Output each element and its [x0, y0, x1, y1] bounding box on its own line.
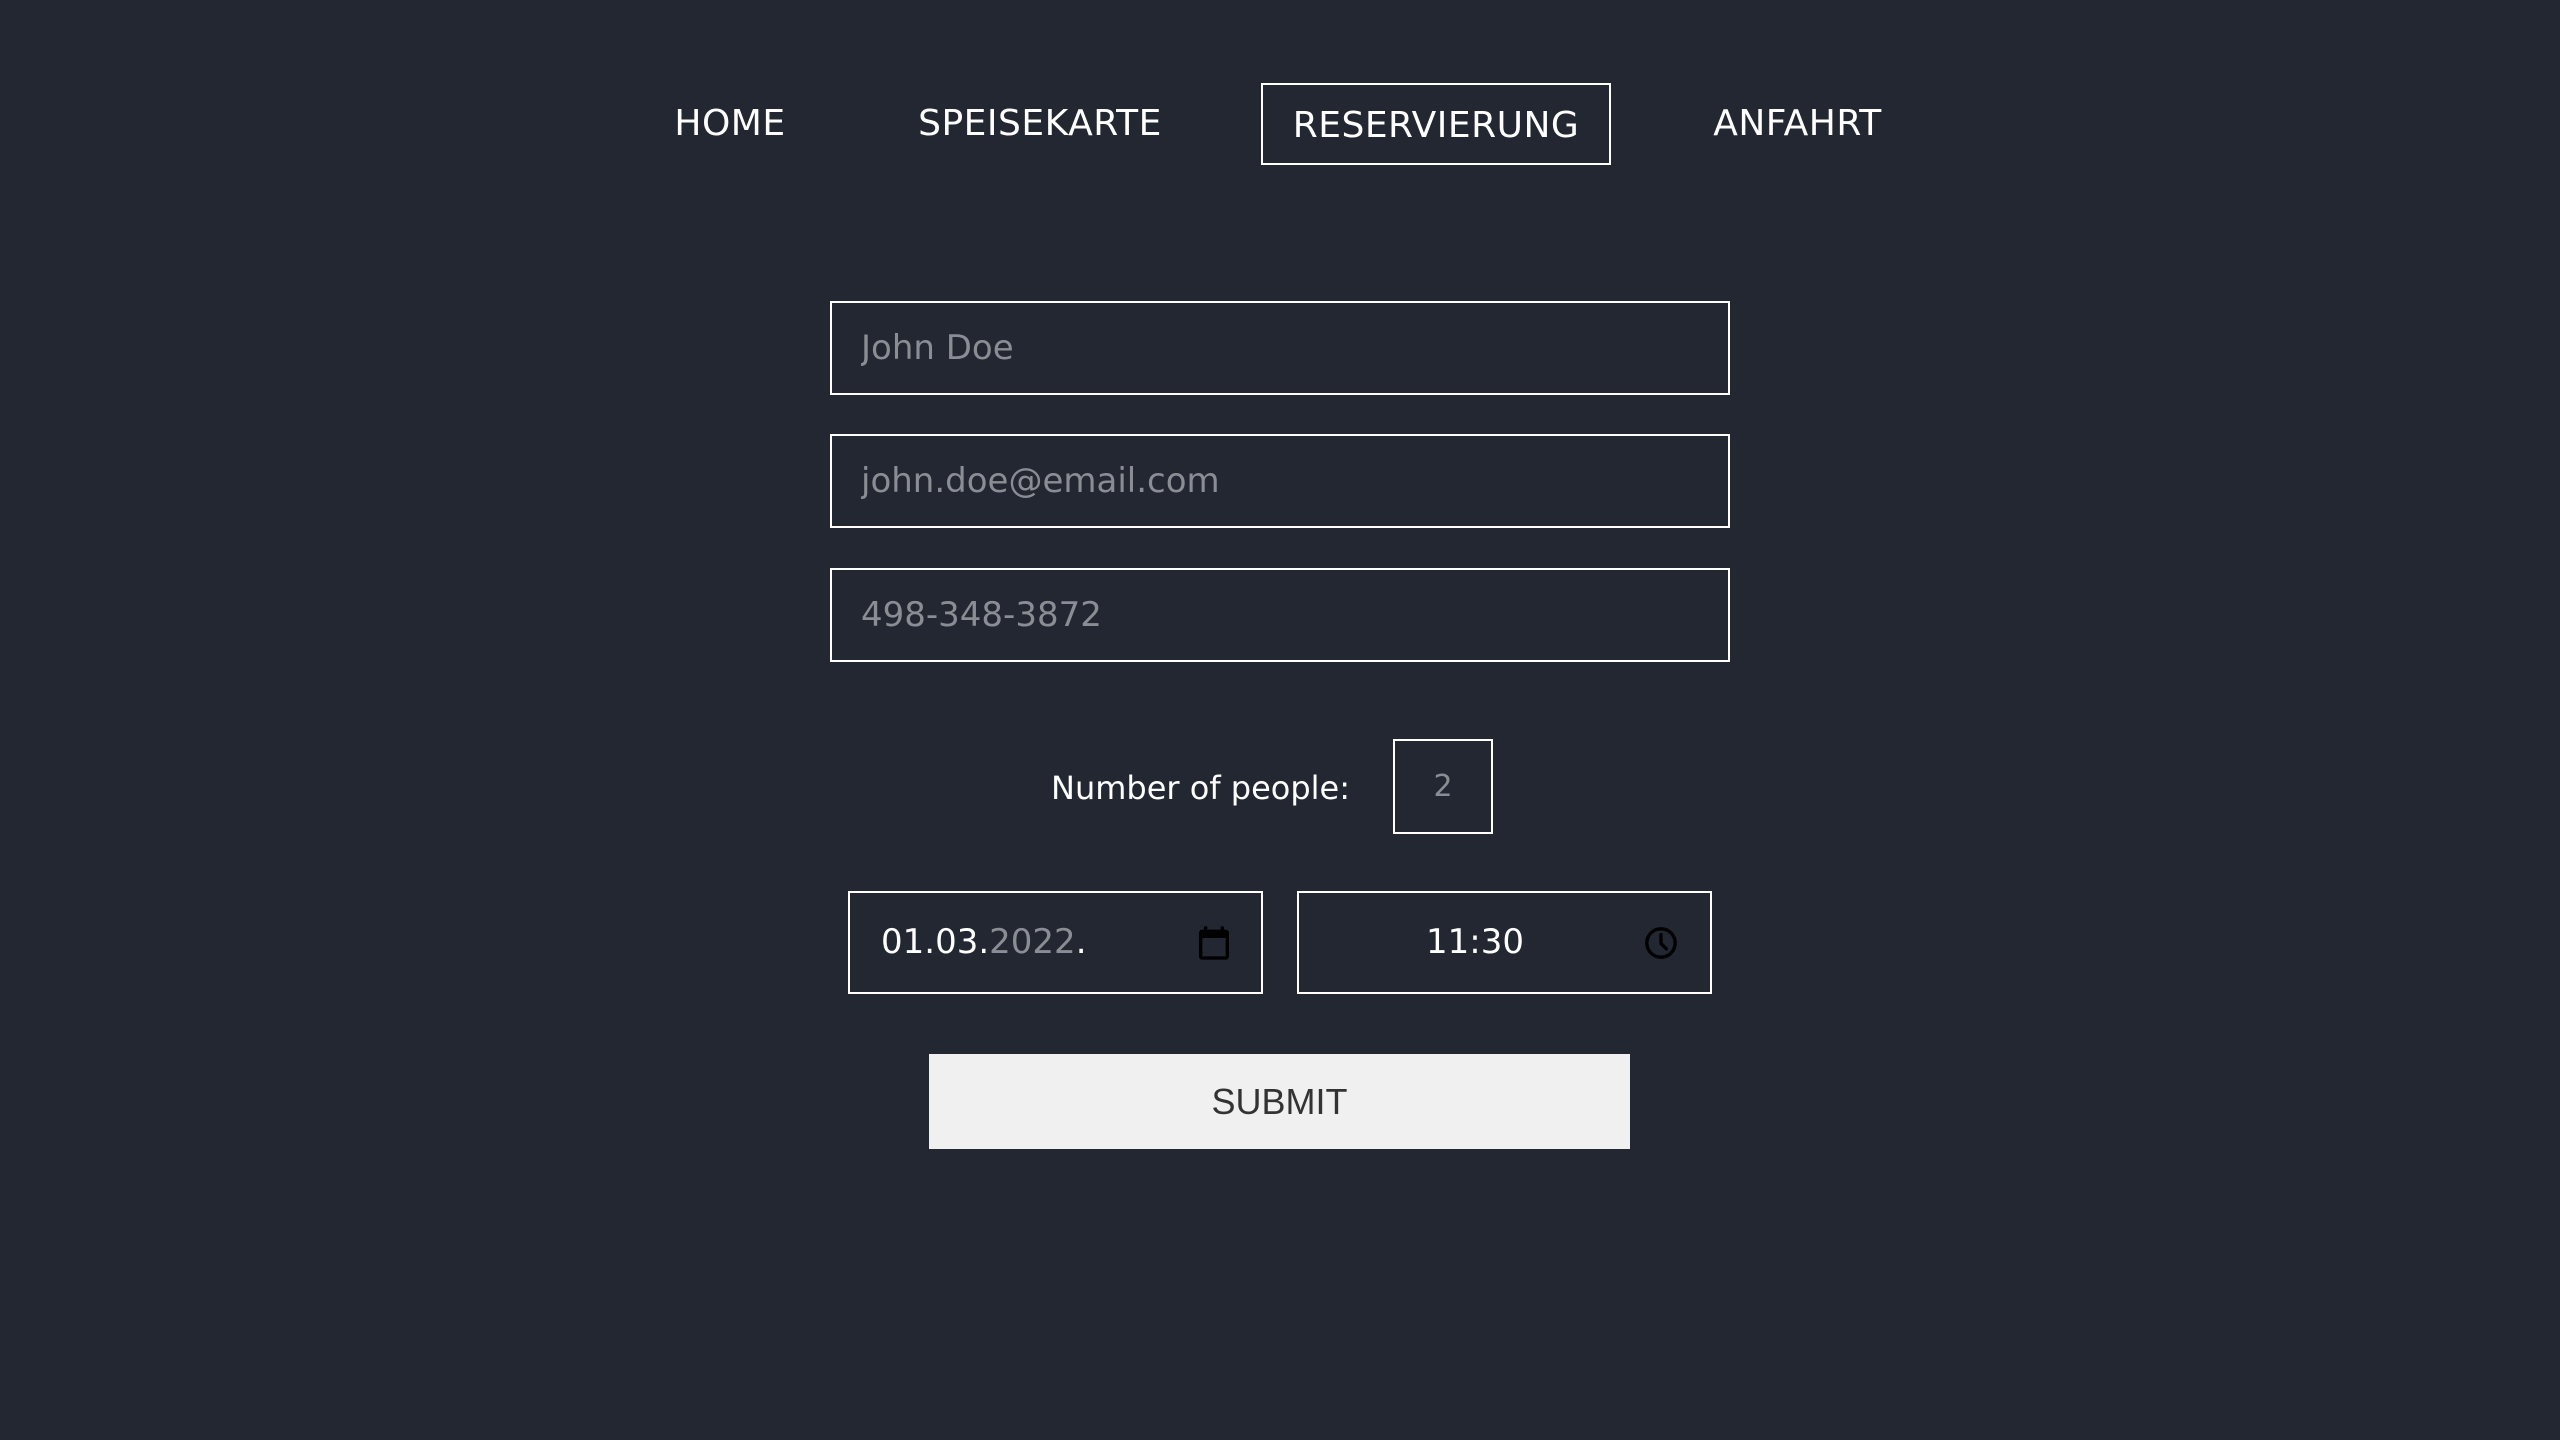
- nav-item-reservierung[interactable]: RESERVIERUNG: [1261, 83, 1611, 165]
- nav-item-speisekarte[interactable]: SPEISEKARTE: [905, 83, 1175, 165]
- date-value: 01.03.2022.: [881, 893, 1087, 992]
- date-day-month: 01.03.: [881, 922, 990, 962]
- date-input[interactable]: 01.03.2022.: [848, 891, 1263, 994]
- nav-item-anfahrt[interactable]: ANFAHRT: [1700, 83, 1895, 165]
- time-input[interactable]: 11:30: [1297, 891, 1712, 994]
- time-value: 11:30: [1426, 922, 1524, 962]
- people-count-label: Number of people:: [1051, 769, 1350, 807]
- date-year: 2022: [989, 922, 1076, 962]
- calendar-icon[interactable]: [1194, 923, 1234, 963]
- clock-icon[interactable]: [1641, 923, 1681, 963]
- email-field[interactable]: [830, 434, 1730, 528]
- submit-button[interactable]: SUBMIT: [929, 1054, 1630, 1149]
- main-nav: HOME SPEISEKARTE RESERVIERUNG ANFAHRT: [0, 83, 2560, 165]
- phone-field[interactable]: [830, 568, 1730, 662]
- date-trailing-dot: .: [1075, 922, 1087, 962]
- nav-item-home[interactable]: HOME: [650, 83, 810, 165]
- name-field[interactable]: [830, 301, 1730, 395]
- people-count-input[interactable]: [1393, 739, 1493, 834]
